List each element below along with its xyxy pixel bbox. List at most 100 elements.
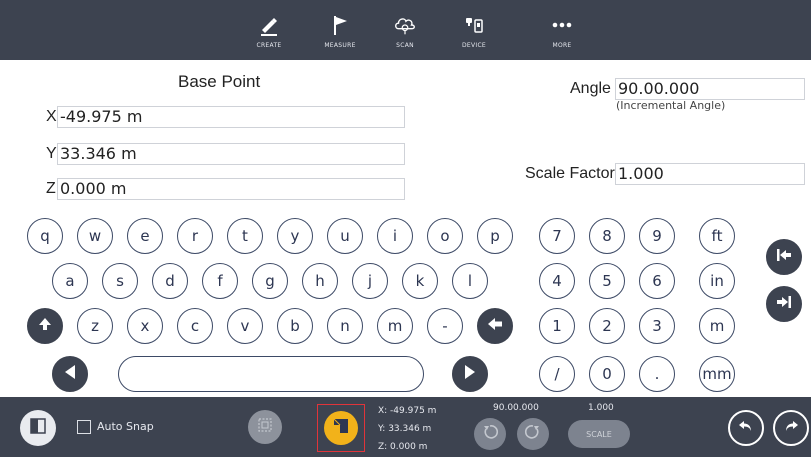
key-j[interactable]: j <box>352 263 388 299</box>
key-in[interactable]: in <box>699 263 735 299</box>
key-b[interactable]: b <box>277 308 313 344</box>
redo-icon <box>782 417 800 440</box>
undo-button[interactable] <box>728 410 764 446</box>
key-8[interactable]: 8 <box>589 218 625 254</box>
key-e[interactable]: e <box>127 218 163 254</box>
toolbar-measure-label: MEASURE <box>324 41 356 49</box>
z-field[interactable]: 0.000 m <box>57 178 405 200</box>
device-icon <box>461 12 487 38</box>
key-dash[interactable]: - <box>427 308 463 344</box>
key-k[interactable]: k <box>402 263 438 299</box>
scale-factor-field[interactable]: 1.000 <box>615 163 805 185</box>
key-7[interactable]: 7 <box>539 218 575 254</box>
rotate-right-button[interactable] <box>517 418 549 450</box>
key-u[interactable]: u <box>327 218 363 254</box>
z-label: Z <box>46 180 56 197</box>
key-q[interactable]: q <box>27 218 63 254</box>
key-m[interactable]: m <box>377 308 413 344</box>
backspace-key[interactable] <box>477 308 513 344</box>
rotate-cw-icon <box>524 423 542 446</box>
key-g[interactable]: g <box>252 263 288 299</box>
key-v[interactable]: v <box>227 308 263 344</box>
key-6[interactable]: 6 <box>639 263 675 299</box>
key-y[interactable]: y <box>277 218 313 254</box>
skip-to-start-icon <box>776 248 792 266</box>
auto-snap-checkbox[interactable] <box>77 420 91 434</box>
key-t[interactable]: t <box>227 218 263 254</box>
next-field-button[interactable] <box>766 286 802 322</box>
undo-icon <box>737 417 755 440</box>
toolbar-more[interactable]: MORE <box>532 0 592 60</box>
key-m-unit[interactable]: m <box>699 308 735 344</box>
shift-key[interactable] <box>27 308 63 344</box>
top-toolbar: CREATE MEASURE SCAN DEVICE MORE <box>0 0 811 60</box>
x-label: X <box>46 108 57 125</box>
key-ft[interactable]: ft <box>699 218 735 254</box>
key-n[interactable]: n <box>327 308 363 344</box>
rotate-left-button[interactable] <box>474 418 506 450</box>
key-dot[interactable]: . <box>639 356 675 392</box>
coord-y-readout: Y: 33.346 m <box>378 424 432 434</box>
key-5[interactable]: 5 <box>589 263 625 299</box>
capture-point-circle <box>324 411 358 445</box>
key-z[interactable]: z <box>77 308 113 344</box>
key-x[interactable]: x <box>127 308 163 344</box>
snap-frame-icon <box>256 416 274 439</box>
key-1[interactable]: 1 <box>539 308 575 344</box>
key-mm[interactable]: mm <box>699 356 735 392</box>
key-d[interactable]: d <box>152 263 188 299</box>
capture-point-button[interactable] <box>317 404 365 452</box>
y-label: Y <box>46 145 57 162</box>
coord-x-readout: X: -49.975 m <box>378 406 437 416</box>
toolbar-device[interactable]: DEVICE <box>444 0 504 60</box>
triangle-right-icon <box>463 364 477 384</box>
auto-snap-label: Auto Snap <box>97 420 154 433</box>
toolbar-measure[interactable]: MEASURE <box>310 0 370 60</box>
backspace-arrow-icon <box>486 316 504 336</box>
snap-settings-button[interactable] <box>248 410 282 444</box>
scan-cloud-icon <box>392 12 418 38</box>
key-3[interactable]: 3 <box>639 308 675 344</box>
capture-point-icon <box>331 416 351 441</box>
key-w[interactable]: w <box>77 218 113 254</box>
triangle-left-icon <box>63 364 77 384</box>
scale-button[interactable]: SCALE <box>568 420 630 448</box>
split-panel-icon <box>29 417 47 440</box>
previous-field-button[interactable] <box>766 239 802 275</box>
spacebar[interactable] <box>118 356 424 392</box>
x-field[interactable]: -49.975 m <box>57 106 405 128</box>
key-0[interactable]: 0 <box>589 356 625 392</box>
key-p[interactable]: p <box>477 218 513 254</box>
toolbar-device-label: DEVICE <box>461 41 487 49</box>
key-h[interactable]: h <box>302 263 338 299</box>
toolbar-create[interactable]: CREATE <box>239 0 299 60</box>
split-view-button[interactable] <box>20 410 56 446</box>
key-r[interactable]: r <box>177 218 213 254</box>
key-2[interactable]: 2 <box>589 308 625 344</box>
rotate-ccw-icon <box>481 423 499 446</box>
toolbar-scan[interactable]: SCAN <box>375 0 435 60</box>
key-c[interactable]: c <box>177 308 213 344</box>
cursor-right-key[interactable] <box>452 356 488 392</box>
key-4[interactable]: 4 <box>539 263 575 299</box>
key-a[interactable]: a <box>52 263 88 299</box>
key-f[interactable]: f <box>202 263 238 299</box>
key-slash[interactable]: / <box>539 356 575 392</box>
flag-icon <box>327 12 353 38</box>
angle-readout: 90.00.000 <box>493 403 539 413</box>
key-l[interactable]: l <box>452 263 488 299</box>
base-point-title: Base Point <box>178 72 261 91</box>
key-o[interactable]: o <box>427 218 463 254</box>
redo-button[interactable] <box>773 410 809 446</box>
arrow-up-icon <box>37 316 53 336</box>
key-9[interactable]: 9 <box>639 218 675 254</box>
key-s[interactable]: s <box>102 263 138 299</box>
incremental-angle-note: (Incremental Angle) <box>616 99 726 112</box>
angle-field[interactable]: 90.00.000 <box>615 78 805 100</box>
toolbar-scan-label: SCAN <box>396 41 414 49</box>
key-i[interactable]: i <box>377 218 413 254</box>
toolbar-more-label: MORE <box>552 41 572 49</box>
more-dots-icon <box>549 12 575 38</box>
cursor-left-key[interactable] <box>52 356 88 392</box>
y-field[interactable]: 33.346 m <box>57 143 405 165</box>
